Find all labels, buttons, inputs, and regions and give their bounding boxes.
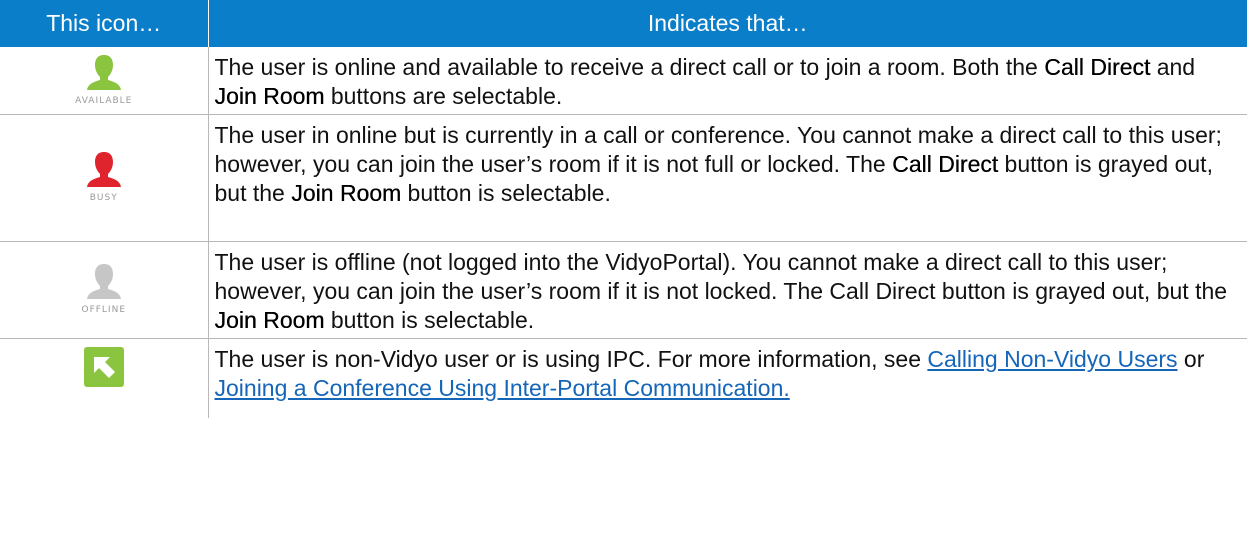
status-label: BUSY [89,193,118,203]
description-text: and [1150,54,1196,80]
join-room-term: Join Room [214,83,325,109]
description-text: The user is non-Vidyo user or is using I… [214,345,928,372]
description-text: button is selectable. [324,306,535,333]
icon-cell: AVAILABLE [0,47,209,115]
user-offline-icon [86,264,121,299]
description-text: or [1177,345,1205,372]
user-busy-icon [86,152,121,187]
status-available: AVAILABLE [75,53,132,106]
status-label: AVAILABLE [75,95,133,106]
description-cell: The user is online and available to rece… [208,47,1247,115]
table-row: AVAILABLE The user is online and availab… [0,47,1247,115]
joining-conference-ipc-link[interactable]: Joining a Conference Using Inter-Portal … [215,375,790,401]
ipc-arrow-icon [83,346,124,387]
description-cell: The user is offline (not logged into the… [208,241,1247,339]
status-busy: BUSY [84,150,124,203]
description-text: The user is offline (not logged into the… [214,248,1228,304]
call-direct-term: Call Direct [892,150,999,177]
status-offline: OFFLINE [81,262,126,315]
icon-cell: BUSY [0,114,209,242]
table-header-row: This icon… Indicates that… [0,0,1247,47]
status-icon-table: This icon… Indicates that… AVAILABLE The… [0,0,1247,418]
description-cell: The user in online but is currently in a… [208,114,1247,242]
header-description-column: Indicates that… [208,0,1247,47]
calling-non-vidyo-users-link[interactable]: Calling Non-Vidyo Users [927,346,1177,372]
table-row: The user is non-Vidyo user or is using I… [0,338,1247,418]
table-row: BUSY The user in online but is currently… [0,114,1247,242]
user-available-icon [86,54,121,90]
icon-cell: OFFLINE [0,241,209,339]
description-cell: The user is non-Vidyo user or is using I… [208,338,1247,418]
join-room-term: Join Room [291,179,402,206]
icon-cell [0,338,209,418]
header-icon-column: This icon… [0,0,209,47]
description-text: button is selectable. [401,179,611,206]
join-room-term: Join Room [214,306,325,333]
description-text: buttons are selectable. [324,83,563,109]
table-row: OFFLINE The user is offline (not logged … [0,241,1247,339]
status-label: OFFLINE [81,305,127,315]
description-text: The user is online and available to rece… [214,54,1045,80]
call-direct-term: Call Direct [1044,54,1151,80]
